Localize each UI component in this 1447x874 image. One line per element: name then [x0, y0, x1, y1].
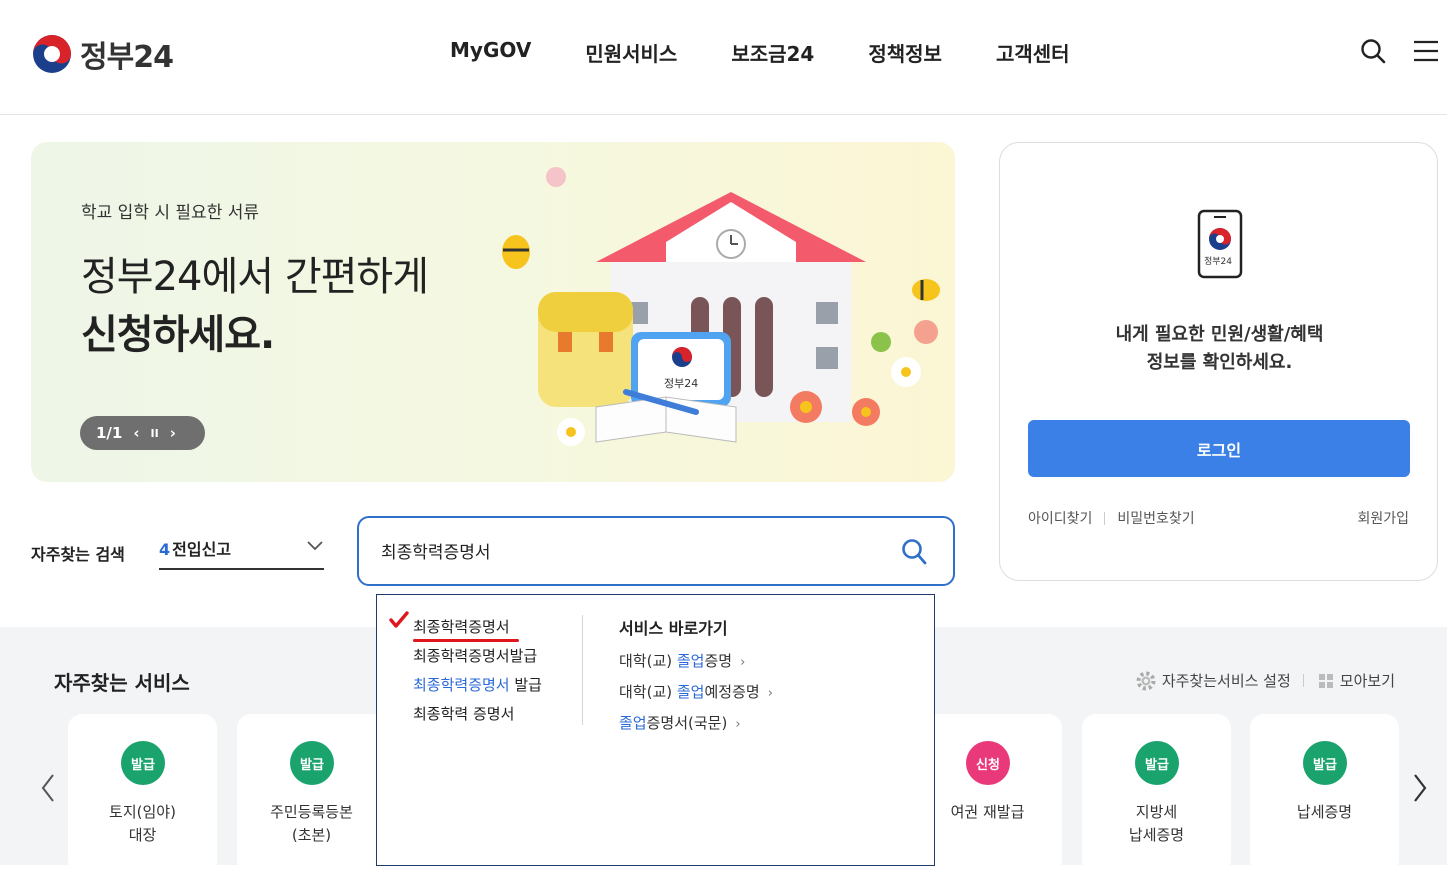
service-shortcuts-title: 서비스 바로가기	[619, 619, 728, 638]
carousel-prev-icon[interactable]	[40, 772, 56, 804]
menu-icon[interactable]	[1413, 38, 1439, 64]
banner-subtitle: 학교 입학 시 필요한 서류	[81, 203, 260, 223]
service-card-label: 지방세 납세증명	[1128, 803, 1185, 844]
banner-title-bold: 신청하세요.	[81, 312, 275, 358]
main-nav: MyGOV 민원서비스 보조금24 정책정보 고객센터	[450, 38, 1124, 67]
site-header: 정부24 MyGOV 민원서비스 보조금24 정책정보 고객센터	[0, 0, 1447, 115]
divider	[1302, 674, 1304, 687]
shortcut-link[interactable]: 졸업증명서(국문) ›	[619, 711, 773, 742]
mobile-id-icon: 정부24	[1197, 209, 1243, 279]
school-illustration: 정부24	[502, 167, 940, 446]
carousel-next-icon[interactable]	[1412, 772, 1428, 804]
login-card: 정부24 내게 필요한 민원/생활/혜택 정보를 확인하세요. 로그인 아이디찾…	[999, 142, 1438, 581]
frequent-search-term: 전입신고	[172, 540, 232, 559]
phone-label: 정부24	[1204, 256, 1232, 267]
autocomplete-dropdown: 최종학력증명서 최종학력증명서발급 최종학력증명서 발급 최종학력 증명서 서비…	[376, 594, 935, 866]
search-icon[interactable]	[901, 538, 927, 566]
service-card-tax-payment[interactable]: 발급 납세증명	[1250, 714, 1399, 874]
logo[interactable]: 정부24	[32, 32, 174, 76]
divider	[1104, 511, 1106, 525]
services-settings-button[interactable]: 자주찾는서비스 설정	[1136, 670, 1291, 691]
chevron-right-icon: ›	[740, 655, 746, 670]
suggestion-item[interactable]: 최종학력증명서	[413, 615, 542, 644]
logo-text: 정부24	[80, 40, 174, 75]
find-id-link[interactable]: 아이디찾기	[1028, 508, 1092, 528]
nav-civil-service[interactable]: 민원서비스	[585, 38, 677, 67]
service-card-land-register[interactable]: 발급 토지(임야) 대장	[68, 714, 217, 874]
services-tools: 자주찾는서비스 설정 모아보기	[1122, 670, 1395, 691]
login-message-line2: 정보를 확인하세요.	[1146, 352, 1293, 373]
service-card-resident-register[interactable]: 발급 주민등록등본 (초본)	[237, 714, 386, 874]
view-all-button[interactable]: 모아보기	[1318, 670, 1395, 691]
chevron-right-icon: ›	[735, 717, 741, 732]
service-card-passport-reissue[interactable]: 신청 여권 재발급	[913, 714, 1062, 874]
prev-slide-icon[interactable]: ‹	[133, 424, 139, 442]
gear-icon	[1136, 671, 1156, 690]
view-all-label: 모아보기	[1339, 672, 1395, 690]
suggestion-item[interactable]: 최종학력증명서 발급	[413, 673, 542, 702]
service-card-label: 주민등록등본 (초본)	[270, 803, 353, 844]
suggestion-item[interactable]: 최종학력증명서발급	[413, 644, 542, 673]
suggestion-item[interactable]: 최종학력 증명서	[413, 702, 542, 731]
pause-icon[interactable]: II	[151, 427, 159, 440]
main-banner[interactable]: 학교 입학 시 필요한 서류 정부24에서 간편하게 신청하세요. 1/1 ‹ …	[31, 142, 955, 482]
nav-policy-info[interactable]: 정책정보	[868, 38, 942, 67]
apply-badge: 신청	[966, 741, 1010, 785]
suggestion-list: 최종학력증명서 최종학력증명서발급 최종학력증명서 발급 최종학력 증명서	[413, 615, 542, 731]
chevron-right-icon: ›	[767, 686, 773, 701]
taegeuk-logo-icon	[33, 35, 71, 73]
service-card-local-tax[interactable]: 발급 지방세 납세증명	[1082, 714, 1231, 874]
nav-mygov[interactable]: MyGOV	[450, 38, 531, 67]
divider	[582, 615, 583, 725]
banner-title: 정부24에서 간편하게	[81, 254, 429, 300]
search-input[interactable]	[381, 540, 861, 560]
frequent-search-rank: 4	[159, 540, 171, 559]
issue-badge: 발급	[1303, 741, 1347, 785]
service-card-label: 토지(임야) 대장	[109, 803, 176, 844]
nav-subsidy24[interactable]: 보조금24	[731, 38, 814, 67]
issue-badge: 발급	[1135, 741, 1179, 785]
service-shortcuts: 서비스 바로가기 대학(교) 졸업증명 › 대학(교) 졸업예정증명 › 졸업증명서…	[619, 615, 773, 742]
frequent-search-label: 자주찾는 검색	[31, 545, 125, 564]
frequent-search-select[interactable]: 4 전입신고	[159, 536, 324, 570]
find-password-link[interactable]: 비밀번호찾기	[1117, 508, 1194, 528]
checkmark-icon	[389, 611, 409, 628]
chevron-down-icon	[307, 541, 323, 551]
login-message-line1: 내게 필요한 민원/생활/혜택	[1115, 324, 1324, 345]
signup-link[interactable]: 회원가입	[1357, 508, 1409, 528]
nav-customer-center[interactable]: 고객센터	[996, 38, 1070, 67]
banner-page-indicator: 1/1	[96, 424, 123, 442]
frequent-services-title: 자주찾는 서비스	[54, 671, 190, 695]
shortcut-link[interactable]: 대학(교) 졸업증명 ›	[619, 649, 773, 680]
next-slide-icon[interactable]: ›	[170, 424, 176, 442]
services-settings-label: 자주찾는서비스 설정	[1161, 672, 1291, 690]
grid-icon	[1318, 673, 1333, 688]
search-icon[interactable]	[1360, 38, 1386, 64]
login-button[interactable]: 로그인	[1028, 420, 1410, 477]
service-card-label: 납세증명	[1296, 803, 1353, 821]
banner-pager: 1/1 ‹ II ›	[80, 416, 205, 450]
login-links: 아이디찾기 비밀번호찾기	[1028, 508, 1195, 528]
shortcut-link[interactable]: 대학(교) 졸업예정증명 ›	[619, 680, 773, 711]
service-card-label: 여권 재발급	[950, 803, 1025, 821]
device-label: 정부24	[664, 377, 698, 390]
issue-badge: 발급	[290, 741, 334, 785]
search-box	[357, 516, 955, 586]
login-message: 내게 필요한 민원/생활/혜택 정보를 확인하세요.	[1000, 321, 1439, 377]
issue-badge: 발급	[121, 741, 165, 785]
